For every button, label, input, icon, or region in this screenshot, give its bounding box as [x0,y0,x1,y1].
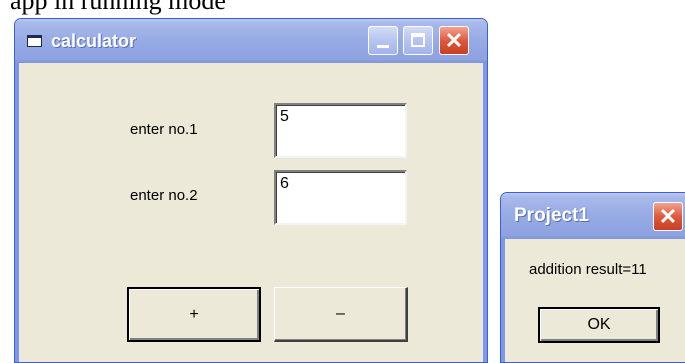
close-icon: ✕ [658,204,678,229]
message-text: addition result=11 [529,261,647,278]
calculator-client-area: enter no.1 5 enter no.2 6 + – [19,63,483,362]
input-no2[interactable]: 6 [274,170,407,225]
close-button[interactable]: ✕ [439,26,469,55]
maximize-icon [411,33,425,47]
message-titlebar[interactable]: Project1 ✕ [501,193,685,239]
maximize-button[interactable] [403,26,433,55]
page-heading-cutoff: app in running mode [10,0,226,15]
calculator-window: calculator ✕ enter no.1 5 enter no.2 6 +… [14,18,488,363]
window-title: calculator [51,30,137,51]
message-client-area: addition result=11 OK [505,239,685,362]
label-no1: enter no.1 [130,121,198,138]
window-frame-right [483,63,487,362]
minimize-button[interactable] [368,26,398,55]
subtract-button[interactable]: – [274,287,408,342]
input-no1[interactable]: 5 [274,103,407,158]
calculator-titlebar[interactable]: calculator ✕ [15,19,487,63]
minimize-icon [377,45,389,48]
add-button[interactable]: + [127,287,261,342]
close-icon: ✕ [444,28,464,53]
message-close-button[interactable]: ✕ [653,202,683,231]
label-no2: enter no.2 [130,187,198,204]
message-box: Project1 ✕ addition result=11 OK [500,192,685,363]
form-icon [27,34,43,48]
ok-button[interactable]: OK [538,307,660,343]
message-title: Project1 [514,205,589,226]
